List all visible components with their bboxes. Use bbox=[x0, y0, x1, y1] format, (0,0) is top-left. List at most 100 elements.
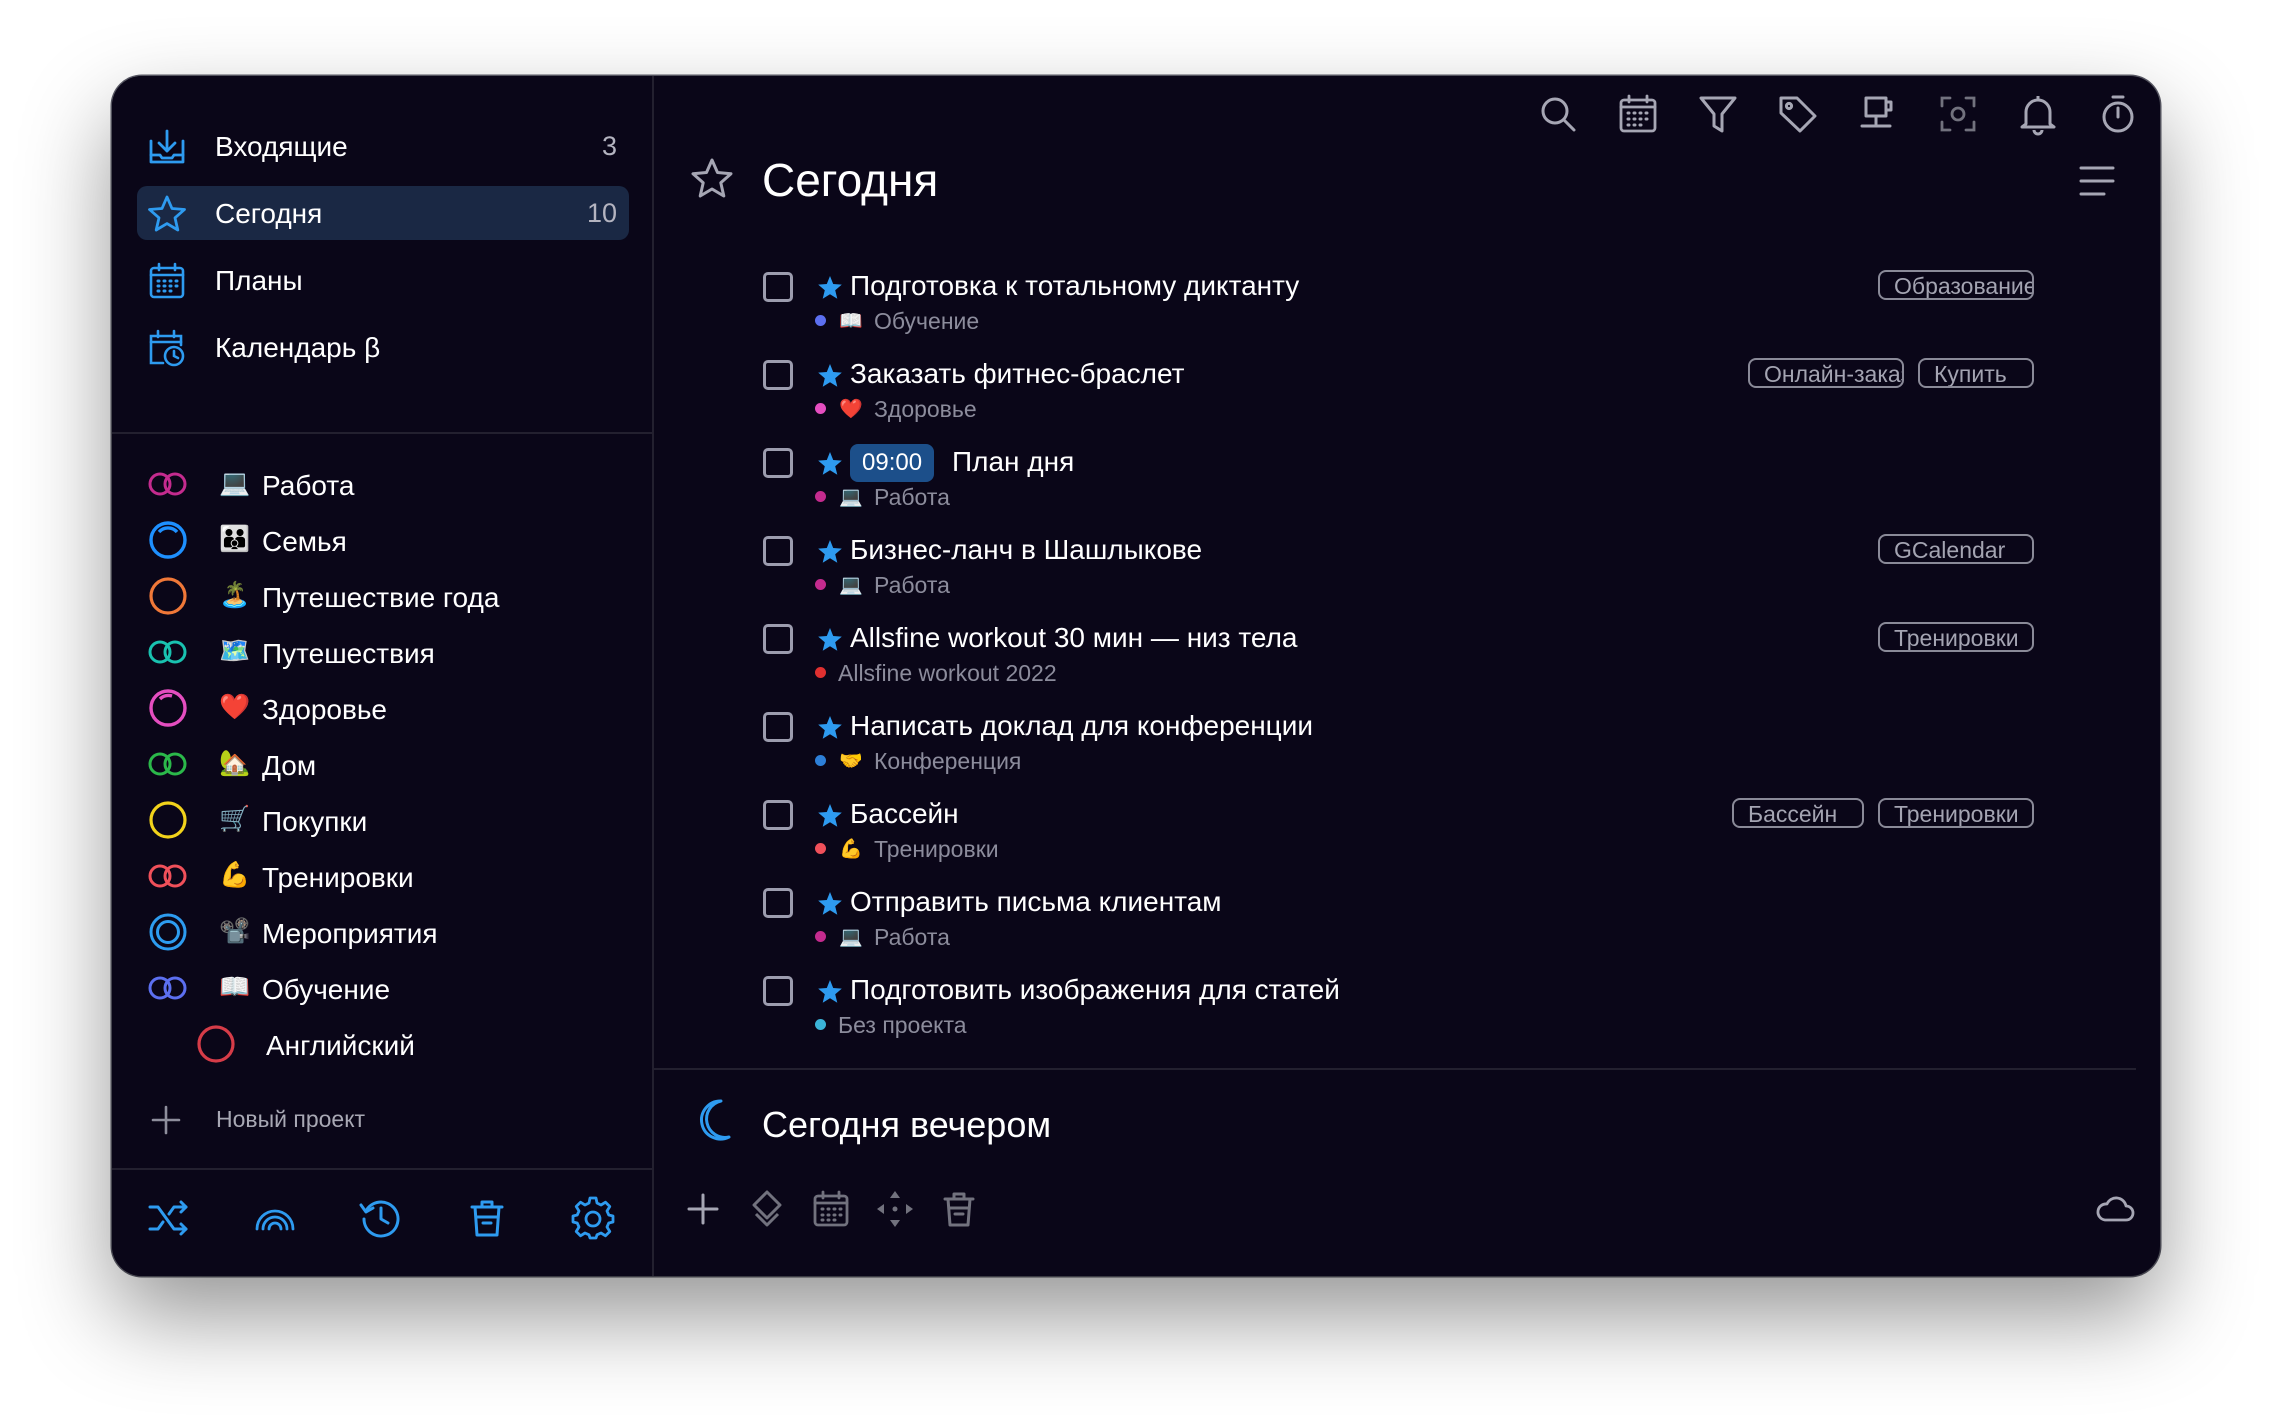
task-row[interactable]: Бизнес-ланч в Шашлыкове 💻 Работа GCalenda… bbox=[654, 524, 2160, 612]
star-icon bbox=[818, 892, 842, 915]
sidebar-project-puteshestviya[interactable]: 🗺️ Путешествия bbox=[112, 626, 652, 678]
calendar-icon[interactable] bbox=[810, 1188, 852, 1230]
task-checkbox[interactable] bbox=[763, 712, 793, 742]
bell-icon[interactable] bbox=[2016, 92, 2060, 136]
project-dot-icon bbox=[815, 931, 826, 943]
history-icon[interactable] bbox=[358, 1195, 404, 1241]
project-ring-icon bbox=[149, 689, 187, 727]
task-row[interactable]: Allsfine workout 30 мин — низ тела Allsf… bbox=[654, 612, 2160, 700]
task-checkbox[interactable] bbox=[763, 272, 793, 302]
calendar-icon[interactable] bbox=[1616, 92, 1660, 136]
task-title: Бизнес-ланч в Шашлыкове bbox=[850, 534, 1203, 565]
project-label: Семья bbox=[262, 526, 347, 557]
task-checkbox[interactable] bbox=[763, 624, 793, 654]
sidebar-item-plans[interactable]: Планы bbox=[137, 253, 629, 307]
priority-icon[interactable] bbox=[746, 1188, 788, 1230]
filter-icon[interactable] bbox=[1696, 92, 1740, 136]
sidebar-item-label: Сегодня bbox=[215, 198, 323, 229]
trash-icon[interactable] bbox=[938, 1188, 980, 1230]
task-tag[interactable]: Тренировки bbox=[1878, 622, 2034, 652]
project-label: Английский bbox=[266, 1030, 415, 1061]
sidebar-item-inbox[interactable]: Входящие 3 bbox=[137, 119, 629, 173]
sidebar-project-dom[interactable]: 🏡 Дом bbox=[112, 738, 652, 790]
task-tag[interactable]: Онлайн-заказ bbox=[1748, 358, 1904, 388]
task-row[interactable]: Подготовить изображения для статей Без п… bbox=[654, 964, 2160, 1052]
task-project: 📖 Обучение bbox=[815, 308, 979, 338]
heart-icon: ❤️ bbox=[839, 398, 863, 420]
sidebar-project-pokupki[interactable]: 🛒 Покупки bbox=[112, 794, 652, 846]
sidebar-project-semya[interactable]: 👪 Семья bbox=[112, 514, 652, 566]
focus-icon[interactable] bbox=[1936, 92, 1980, 136]
task-project-label: Тренировки bbox=[874, 836, 999, 862]
rainbow-icon[interactable] bbox=[252, 1195, 298, 1241]
task-tags: Бассейн Тренировки bbox=[1732, 798, 2034, 828]
laptop-icon: 💻 bbox=[839, 486, 863, 508]
task-checkbox[interactable] bbox=[763, 360, 793, 390]
task-title: Allsfine workout 30 мин — низ тела bbox=[850, 622, 1298, 653]
task-project-label: Работа bbox=[874, 484, 950, 510]
task-checkbox[interactable] bbox=[763, 976, 793, 1006]
task-tag[interactable]: Тренировки bbox=[1878, 798, 2034, 828]
task-row[interactable]: 09:00 План дня 💻 Работа bbox=[654, 436, 2160, 524]
project-dot-icon bbox=[815, 755, 826, 767]
sidebar-project-angliyskiy[interactable]: Английский bbox=[112, 1018, 652, 1070]
evening-section-title[interactable]: Сегодня вечером bbox=[762, 1104, 1051, 1146]
sidebar-project-zdorovye[interactable]: ❤️ Здоровье bbox=[112, 682, 652, 734]
task-checkbox[interactable] bbox=[763, 536, 793, 566]
task-project-label: Работа bbox=[874, 924, 950, 950]
sidebar-project-rabota[interactable]: 💻 Работа bbox=[112, 458, 652, 510]
sidebar-item-today[interactable]: Сегодня 10 bbox=[137, 186, 629, 240]
sidebar-project-puteshestvie-goda[interactable]: 🏝️ Путешествие года bbox=[112, 570, 652, 622]
task-checkbox[interactable] bbox=[763, 800, 793, 830]
task-project: Без проекта bbox=[815, 1012, 967, 1042]
task-tag[interactable]: Бассейн bbox=[1732, 798, 1864, 828]
coffee-icon[interactable] bbox=[1856, 92, 1900, 136]
task-project: 💻 Работа bbox=[815, 572, 950, 602]
project-dot-icon bbox=[815, 1019, 826, 1031]
trash-icon[interactable] bbox=[464, 1195, 510, 1241]
today-count: 10 bbox=[586, 198, 617, 228]
task-checkbox[interactable] bbox=[763, 448, 793, 478]
move-icon[interactable] bbox=[874, 1188, 916, 1230]
add-icon[interactable] bbox=[682, 1188, 724, 1230]
task-project-label: Без проекта bbox=[838, 1012, 967, 1038]
new-project-button[interactable]: Новый проект bbox=[216, 1106, 365, 1133]
task-title: Написать доклад для конференции bbox=[850, 710, 1313, 741]
task-title: Отправить письма клиентам bbox=[850, 886, 1222, 917]
sidebar-project-trenirovki[interactable]: 💪 Тренировки bbox=[112, 850, 652, 902]
task-tag[interactable]: Образование bbox=[1878, 270, 2034, 300]
star-icon bbox=[818, 716, 842, 739]
shuffle-icon[interactable] bbox=[146, 1195, 192, 1241]
cloud-icon[interactable] bbox=[2094, 1188, 2136, 1230]
project-dot-icon bbox=[815, 843, 826, 855]
task-checkbox[interactable] bbox=[763, 888, 793, 918]
task-row[interactable]: Написать доклад для конференции 🤝 Конфере… bbox=[654, 700, 2160, 788]
project-label: Обучение bbox=[262, 974, 391, 1005]
timer-icon[interactable] bbox=[2096, 92, 2140, 136]
menu-icon[interactable] bbox=[2078, 164, 2116, 198]
task-row[interactable]: Заказать фитнес-браслет ❤️ Здоровье Онлай… bbox=[654, 348, 2160, 436]
map-icon: 🗺️ bbox=[219, 637, 251, 665]
sidebar-project-obuchenie[interactable]: 📖 Обучение bbox=[112, 962, 652, 1014]
task-time-badge[interactable]: 09:00 bbox=[850, 444, 935, 482]
tag-icon[interactable] bbox=[1776, 92, 1820, 136]
search-icon[interactable] bbox=[1536, 92, 1580, 136]
house-icon: 🏡 bbox=[219, 749, 251, 777]
plus-icon[interactable] bbox=[148, 1102, 184, 1138]
muscle-icon: 💪 bbox=[219, 861, 251, 889]
task-project-label: Allsfine workout 2022 bbox=[838, 660, 1057, 686]
main-panel: Сегодня Подготовка к тотальному диктанту… bbox=[654, 76, 2160, 1276]
project-ring-icon bbox=[149, 521, 187, 559]
task-project: 💻 Работа bbox=[815, 484, 950, 514]
task-tag[interactable]: Купить bbox=[1918, 358, 2034, 388]
gear-icon[interactable] bbox=[570, 1195, 616, 1241]
task-tag[interactable]: GCalendar bbox=[1878, 534, 2034, 564]
star-icon bbox=[818, 980, 842, 1003]
sidebar-project-meropriyatiya[interactable]: 📽️ Мероприятия bbox=[112, 906, 652, 958]
task-row[interactable]: Отправить письма клиентам 💻 Работа bbox=[654, 876, 2160, 964]
task-row[interactable]: Подготовка к тотальному диктанту 📖 Обучен… bbox=[654, 260, 2160, 348]
sidebar-item-label: Входящие bbox=[215, 131, 348, 162]
sidebar-item-calendar[interactable]: Календарь β bbox=[137, 320, 629, 374]
task-row[interactable]: Бассейн 💪 Тренировки Бассейн Тренировки bbox=[654, 788, 2160, 876]
laptop-icon: 💻 bbox=[839, 926, 863, 948]
